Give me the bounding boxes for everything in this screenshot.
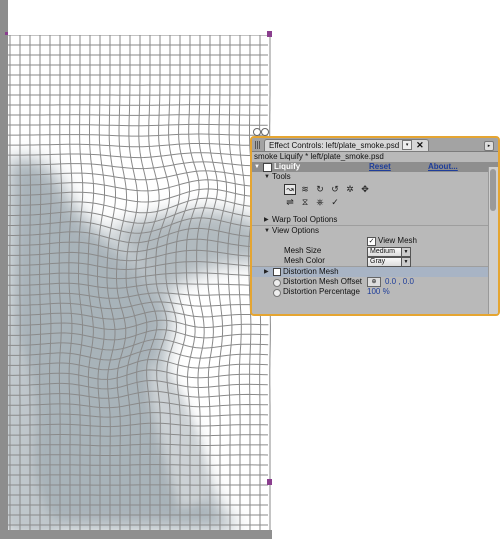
- fx-toggle-checkbox[interactable]: [263, 163, 272, 172]
- mesh-line-vertical: [217, 35, 227, 530]
- tools-section-row[interactable]: ▼ Tools: [252, 172, 498, 182]
- shift-pixels-icon[interactable]: ⇌: [284, 197, 296, 208]
- clone-tool-icon[interactable]: ⎈: [314, 197, 326, 208]
- view-options-label: View Options: [272, 226, 319, 235]
- mesh-line-horizontal: [8, 143, 268, 148]
- mesh-size-label: Mesh Size: [284, 246, 322, 255]
- distortion-percentage-row: Distortion Percentage 100 %: [252, 287, 498, 297]
- tools-palette: ↝ ≋ ↻ ↺ ✲ ✥ ⇌ ⧖ ⎈ ✓: [252, 182, 498, 215]
- mesh-line-horizontal: [8, 123, 268, 127]
- tools-expanded-triangle-icon[interactable]: ▼: [264, 172, 270, 182]
- distortion-mesh-collapsed-triangle-icon[interactable]: ▶: [264, 267, 269, 277]
- reconstruction-tool-icon[interactable]: ✓: [329, 197, 341, 208]
- chevron-down-icon: ▼: [401, 258, 410, 266]
- effect-controls-panel: Effect Controls: left/plate_smoke.psd ▾ …: [250, 136, 500, 316]
- stopwatch-icon[interactable]: [273, 268, 281, 276]
- mesh-line-horizontal: [8, 152, 269, 159]
- about-link[interactable]: About...: [428, 162, 458, 172]
- distortion-mesh-label: Distortion Mesh: [283, 267, 339, 276]
- mesh-line-vertical: [237, 35, 245, 530]
- warp-tool-options-row[interactable]: ▶ Warp Tool Options: [252, 215, 498, 226]
- twirl-clockwise-icon[interactable]: ↻: [314, 184, 326, 195]
- tool-grid: ↝ ≋ ↻ ↺ ✲ ✥ ⇌ ⧖ ⎈ ✓: [284, 184, 374, 210]
- turbulence-tool-icon[interactable]: ≋: [299, 184, 311, 195]
- distortion-mesh-offset-row: Distortion Mesh Offset ⊕ 0.0 , 0.0: [252, 277, 498, 287]
- tab-effect-controls[interactable]: Effect Controls: left/plate_smoke.psd ▾ …: [264, 138, 429, 151]
- pucker-tool-icon[interactable]: ✲: [344, 184, 356, 195]
- bloat-tool-icon[interactable]: ✥: [359, 184, 371, 195]
- close-icon[interactable]: ✕: [416, 140, 424, 150]
- viewer-bottom-margin: [0, 530, 272, 539]
- tab-dropdown-icon[interactable]: ▾: [402, 140, 413, 150]
- breadcrumb: smoke Liquify * left/plate_smoke.psd: [254, 152, 384, 161]
- warp-tool-icon[interactable]: ↝: [284, 184, 296, 195]
- mesh-line-horizontal: [8, 114, 268, 116]
- stopwatch-icon[interactable]: [273, 279, 281, 287]
- mesh-line-horizontal: [8, 464, 268, 466]
- crosshair-target-icon[interactable]: ⊕: [367, 277, 381, 287]
- viewer-top-margin: [8, 0, 272, 35]
- effect-header-row: ▼ Liquify Reset About...: [252, 162, 498, 172]
- distortion-percentage-value[interactable]: 100 %: [367, 287, 390, 297]
- distortion-mesh-canvas[interactable]: [0, 0, 272, 539]
- twirl-counterclockwise-icon[interactable]: ↺: [329, 184, 341, 195]
- view-options-expanded-triangle-icon[interactable]: ▼: [264, 226, 270, 236]
- mesh-color-value: Gray: [370, 258, 386, 265]
- scrollbar-thumb[interactable]: [490, 169, 496, 211]
- tab-grip-icon[interactable]: [255, 140, 261, 149]
- chevron-down-icon: ▼: [401, 248, 410, 256]
- viewer-left-gutter: [0, 0, 8, 539]
- mesh-color-row: Mesh Color Gray ▼: [252, 256, 498, 267]
- view-mesh-label: View Mesh: [378, 236, 417, 245]
- mesh-size-row: Mesh Size Medium ▼: [252, 246, 498, 257]
- layer-handle-top-left[interactable]: [5, 32, 8, 35]
- composition-viewer[interactable]: [0, 0, 272, 539]
- distortion-mesh-row[interactable]: ▶ Distortion Mesh: [252, 267, 498, 277]
- mesh-line-vertical: [227, 35, 236, 530]
- anchor-point-right[interactable]: [261, 128, 269, 136]
- mesh-size-value: Medium: [370, 248, 395, 255]
- anchor-point-left[interactable]: [253, 128, 261, 136]
- distortion-mesh-offset-label: Distortion Mesh Offset: [283, 277, 362, 286]
- mesh-color-label: Mesh Color: [284, 256, 325, 265]
- panel-menu-button[interactable]: ▸: [484, 141, 494, 151]
- collapse-triangle-icon[interactable]: ▼: [254, 162, 260, 172]
- layer-handle-top-right[interactable]: [267, 31, 272, 37]
- effect-name: Liquify: [274, 162, 301, 171]
- view-options-row[interactable]: ▼ View Options: [252, 226, 498, 236]
- view-mesh-checkbox[interactable]: ✓: [367, 237, 376, 246]
- distortion-percentage-label: Distortion Percentage: [283, 287, 360, 296]
- mesh-color-select[interactable]: Gray ▼: [367, 257, 411, 267]
- stopwatch-icon[interactable]: [273, 289, 281, 297]
- view-mesh-row: ✓ View Mesh: [252, 236, 498, 246]
- tools-label: Tools: [272, 172, 291, 181]
- reset-link[interactable]: Reset: [369, 162, 391, 172]
- tab-label: Effect Controls: left/plate_smoke.psd: [269, 140, 400, 150]
- warp-options-collapsed-triangle-icon[interactable]: ▶: [264, 215, 269, 225]
- layer-handle-mid-right[interactable]: [267, 479, 272, 485]
- reflection-tool-icon[interactable]: ⧖: [299, 197, 311, 208]
- panel-tab-bar: Effect Controls: left/plate_smoke.psd ▾ …: [252, 138, 498, 152]
- distortion-mesh-offset-value[interactable]: 0.0 , 0.0: [385, 277, 414, 287]
- warp-tool-options-label: Warp Tool Options: [272, 215, 338, 224]
- panel-scrollbar[interactable]: [488, 167, 498, 314]
